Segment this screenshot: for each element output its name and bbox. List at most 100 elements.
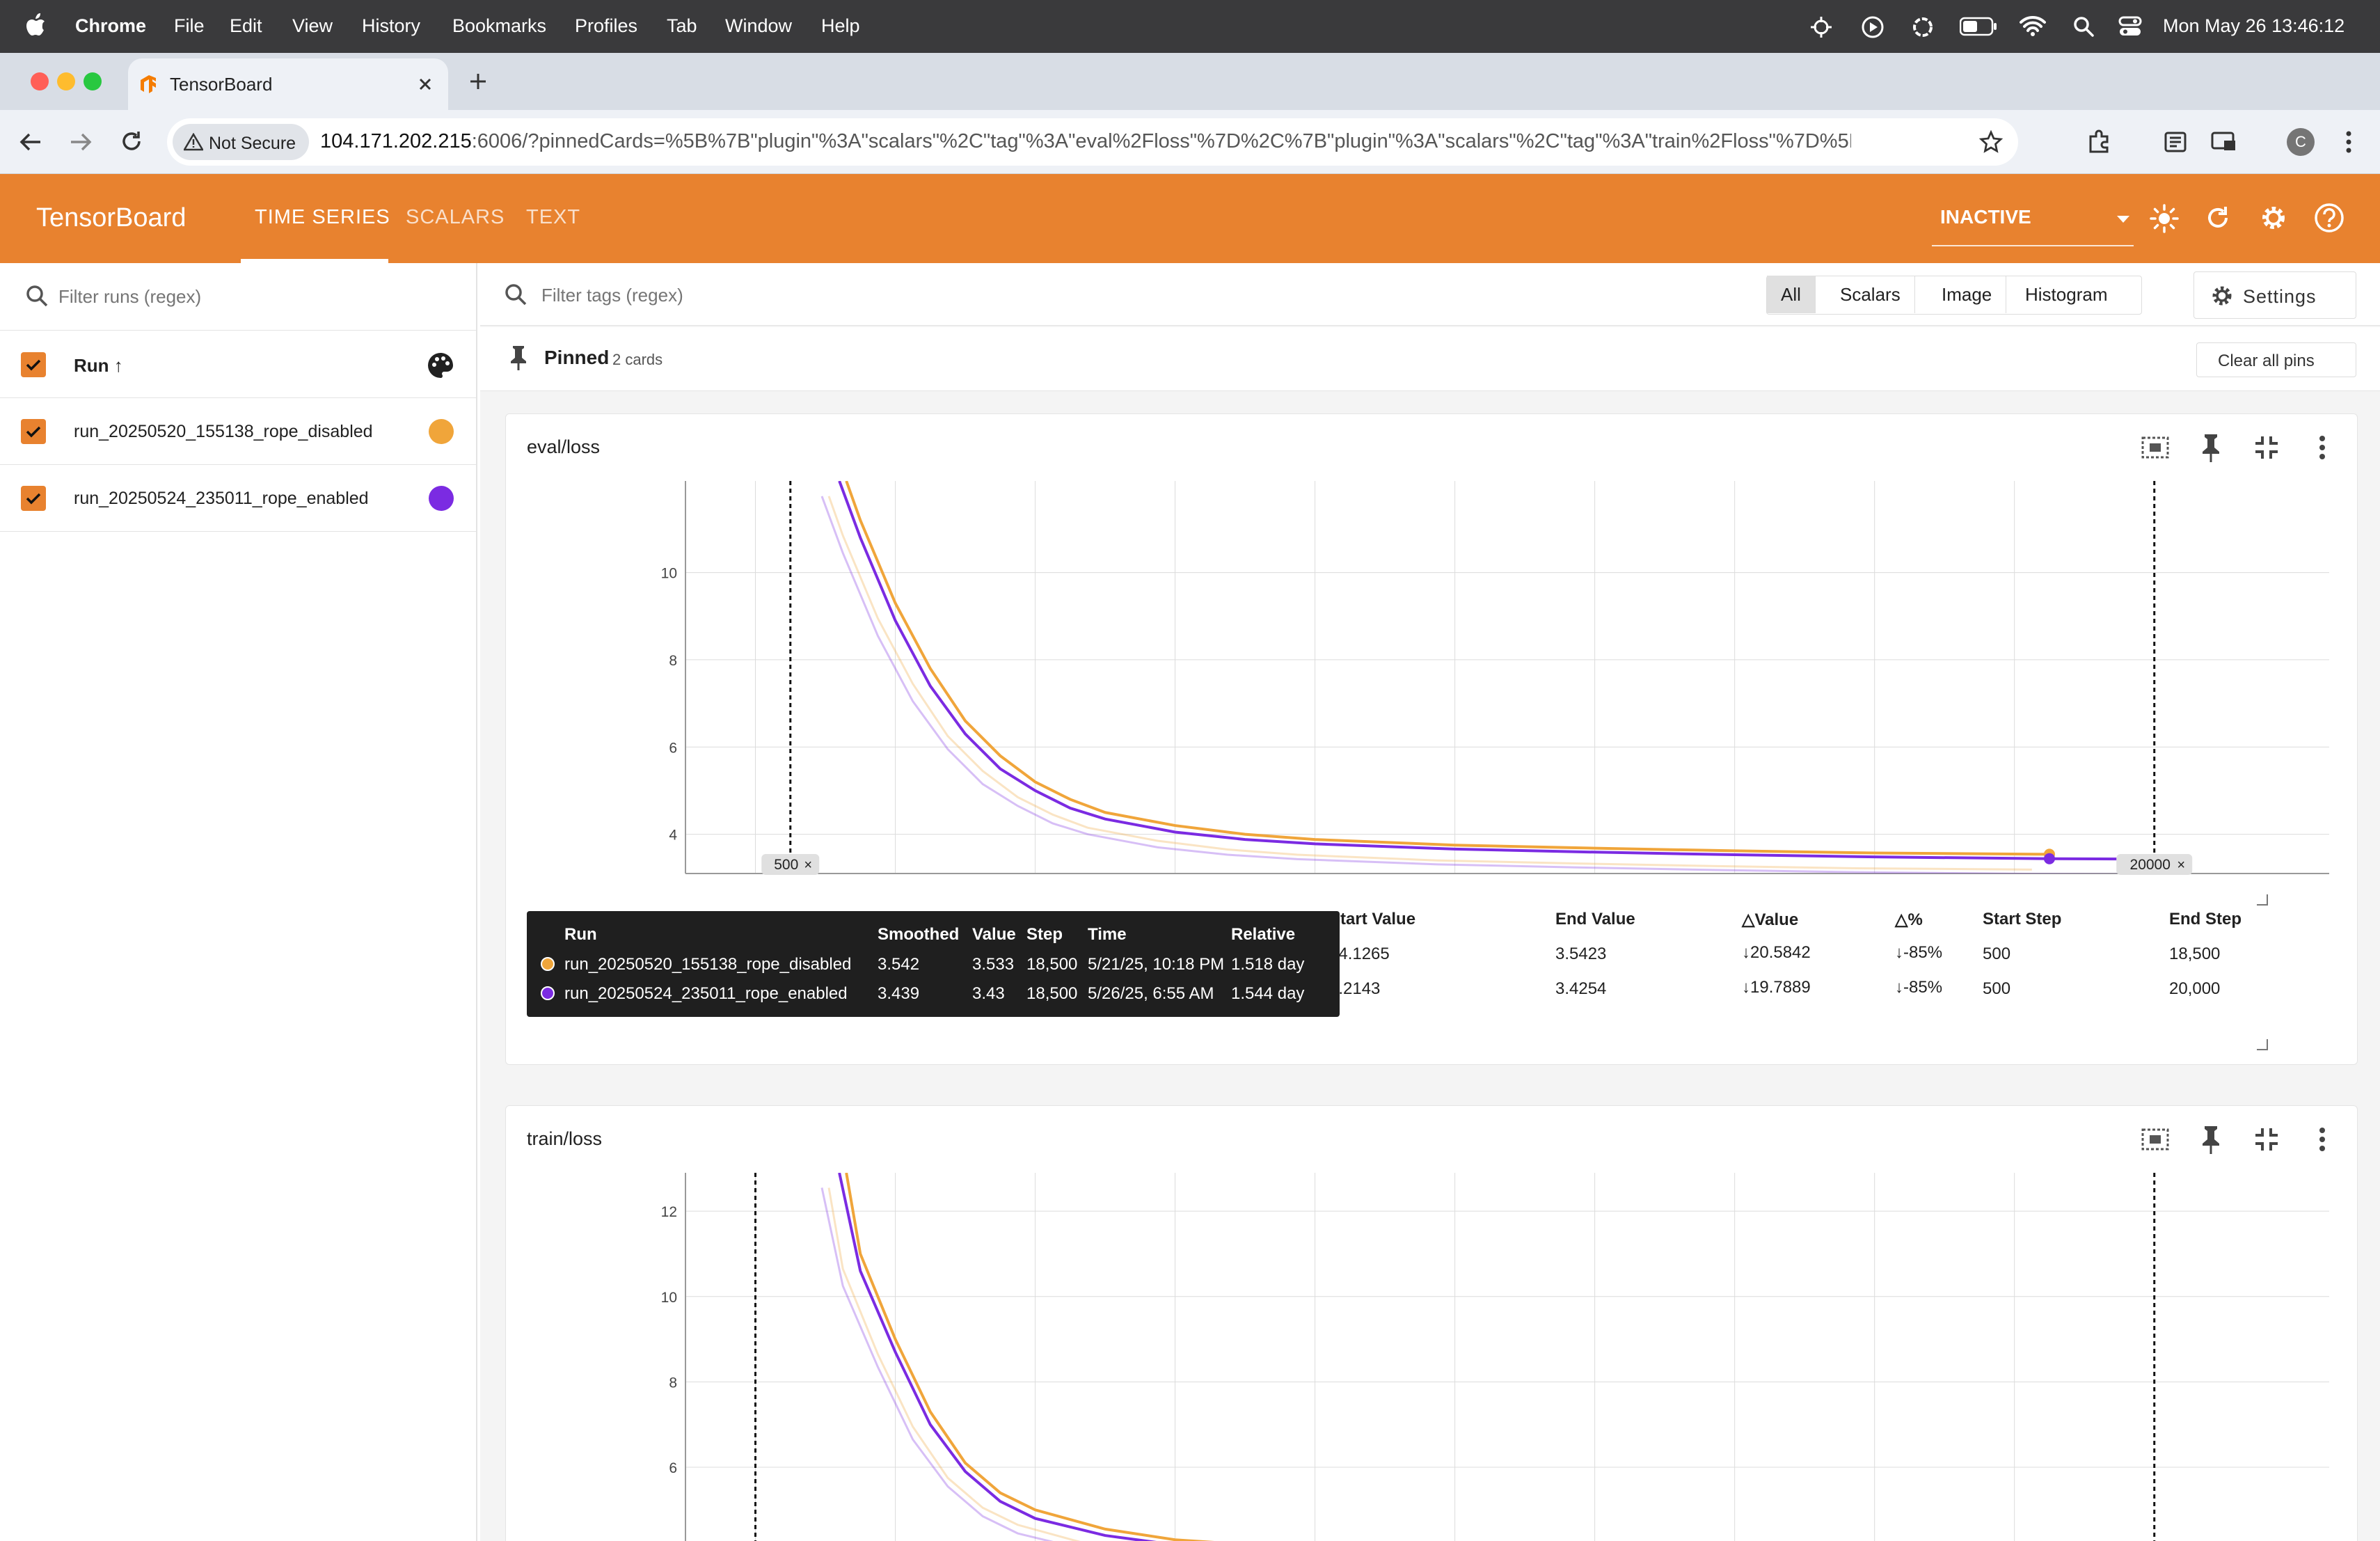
profile-avatar[interactable]: C: [2287, 128, 2315, 156]
menu-profiles[interactable]: Profiles: [575, 15, 637, 37]
warning-triangle-icon: [184, 133, 203, 151]
run-column-header[interactable]: Run ↑: [74, 355, 123, 377]
settings-button[interactable]: Settings: [2193, 271, 2356, 319]
wifi-icon[interactable]: [2020, 15, 2046, 36]
fit-domain-icon[interactable]: [2139, 1123, 2172, 1156]
run-color-swatch[interactable]: [429, 486, 454, 511]
type-all-button[interactable]: All: [1767, 276, 1816, 313]
pin-icon[interactable]: [2194, 1123, 2228, 1156]
window-minimize-button[interactable]: [57, 72, 75, 90]
table-header-delta-value[interactable]: △Value: [1742, 910, 1798, 930]
help-icon[interactable]: [2313, 202, 2345, 234]
filter-runs-input[interactable]: [58, 280, 448, 313]
tooltip-smoothed: 3.439: [878, 984, 920, 1003]
menu-file[interactable]: File: [174, 15, 205, 37]
run-row[interactable]: run_20250520_155138_rope_disabled: [0, 398, 477, 465]
control-center-icon[interactable]: [2118, 15, 2142, 38]
run-color-swatch[interactable]: [429, 419, 454, 444]
menu-window[interactable]: Window: [725, 15, 792, 37]
collapse-icon[interactable]: [2250, 1123, 2283, 1156]
tab-close-icon[interactable]: [416, 75, 434, 93]
range-chip[interactable]: 20000 ×: [2116, 854, 2193, 875]
table-header-delta-pct[interactable]: △%: [1895, 910, 1923, 930]
type-scalars-button[interactable]: Scalars: [1826, 276, 1915, 313]
run-visibility-checkbox[interactable]: [21, 486, 46, 511]
more-vert-icon[interactable]: [2306, 1123, 2339, 1156]
menu-view[interactable]: View: [292, 15, 333, 37]
reading-list-icon[interactable]: [2163, 129, 2188, 155]
plugin-select[interactable]: INACTIVE: [1932, 191, 2134, 246]
table-header-start-value[interactable]: Start Value: [1329, 910, 1415, 929]
fit-domain-icon[interactable]: [2139, 431, 2172, 464]
collapse-icon[interactable]: [2250, 431, 2283, 464]
back-arrow-icon[interactable]: [18, 131, 43, 153]
refresh-icon[interactable]: [2203, 203, 2232, 232]
bookmark-star-icon[interactable]: [1979, 130, 2003, 154]
more-vert-icon[interactable]: [2306, 431, 2339, 464]
new-tab-icon[interactable]: [466, 70, 490, 93]
chart-tooltip: Run Smoothed Value Step Time Relative ru…: [527, 911, 1340, 1017]
tab-time-series[interactable]: TIME SERIES: [255, 206, 390, 229]
address-bar[interactable]: Not Secure 104.171.202.215:6006/?pinnedC…: [167, 118, 2018, 166]
battery-icon[interactable]: [1960, 17, 1997, 36]
window-close-button[interactable]: [31, 72, 49, 90]
settings-gear-icon[interactable]: [2258, 202, 2290, 234]
spotlight-search-icon[interactable]: [2072, 15, 2095, 38]
table-header-end-step[interactable]: End Step: [2169, 910, 2242, 929]
pin-icon[interactable]: [2194, 431, 2228, 464]
menu-tab[interactable]: Tab: [667, 15, 697, 37]
menu-help[interactable]: Help: [821, 15, 860, 37]
apple-logo-icon[interactable]: [26, 13, 46, 36]
cast-screen-icon[interactable]: [2210, 129, 2238, 155]
line-chart-train-loss[interactable]: 4681012: [596, 1173, 2336, 1541]
url-path: :6006/?pinnedCards=%5B%7B"plugin"%3A"sca…: [471, 130, 1851, 152]
chrome-menu-kebab-icon[interactable]: [2338, 128, 2359, 156]
extensions-puzzle-icon[interactable]: [2086, 129, 2111, 155]
chart-svg: 4681002,0004,0006,0008,00010k12k14k16k18…: [661, 481, 2329, 898]
resize-handle-icon[interactable]: [2257, 894, 2268, 906]
browser-toolbar: Not Secure 104.171.202.215:6006/?pinnedC…: [0, 110, 2380, 174]
resize-handle-icon[interactable]: [2257, 1039, 2268, 1050]
move-icon[interactable]: [1809, 15, 1833, 39]
search-icon: [505, 284, 527, 306]
tooltip-smoothed: 3.542: [878, 955, 920, 974]
openai-icon[interactable]: [1911, 15, 1935, 39]
tab-title: TensorBoard: [170, 74, 273, 95]
y-tick-label: 4: [669, 828, 677, 844]
theme-sun-icon[interactable]: [2149, 203, 2180, 234]
security-chip[interactable]: Not Secure: [173, 124, 309, 160]
run-visibility-checkbox[interactable]: [21, 419, 46, 444]
brand-title[interactable]: TensorBoard: [36, 203, 186, 233]
table-header-end-value[interactable]: End Value: [1555, 910, 1635, 929]
line-chart-eval-loss[interactable]: 4681002,0004,0006,0008,00010k12k14k16k18…: [596, 481, 2336, 898]
menu-bookmarks[interactable]: Bookmarks: [452, 15, 546, 37]
table-header-start-step[interactable]: Start Step: [1983, 910, 2061, 929]
play-icon[interactable]: [1861, 15, 1885, 39]
browser-tab-active[interactable]: TensorBoard: [128, 58, 448, 110]
palette-icon[interactable]: [426, 351, 455, 380]
reload-icon[interactable]: [120, 129, 143, 153]
series-line-raw: [820, 1187, 1054, 1541]
tag-filter-bar: All Scalars Image Histogram Settings: [480, 263, 2380, 326]
series-line: [845, 481, 2049, 856]
type-histogram-button[interactable]: Histogram: [2011, 276, 2121, 313]
clear-all-pins-button[interactable]: Clear all pins: [2196, 342, 2356, 377]
range-chip[interactable]: 500 ×: [761, 854, 820, 875]
run-row[interactable]: run_20250524_235011_rope_enabled: [0, 465, 477, 532]
forward-arrow-icon[interactable]: [68, 131, 93, 153]
url-text[interactable]: 104.171.202.215:6006/?pinnedCards=%5B%7B…: [320, 130, 1851, 155]
series-line: [845, 1173, 1215, 1541]
pinned-count: 2 cards: [612, 351, 663, 368]
window-zoom-button[interactable]: [84, 72, 102, 90]
cell-delta-pct: ↓-85%: [1895, 978, 1943, 997]
tooltip-header-time: Time: [1088, 925, 1127, 944]
tab-text[interactable]: TEXT: [526, 206, 580, 229]
menu-edit[interactable]: Edit: [230, 15, 262, 37]
type-image-button[interactable]: Image: [1928, 276, 2007, 313]
select-all-runs-checkbox[interactable]: [21, 352, 46, 377]
menubar-clock[interactable]: Mon May 26 13:46:12: [2163, 15, 2345, 37]
filter-tags-input[interactable]: [541, 278, 1168, 312]
menubar-app-name[interactable]: Chrome: [75, 15, 146, 37]
menu-history[interactable]: History: [362, 15, 420, 37]
tab-scalars[interactable]: SCALARS: [406, 206, 505, 229]
